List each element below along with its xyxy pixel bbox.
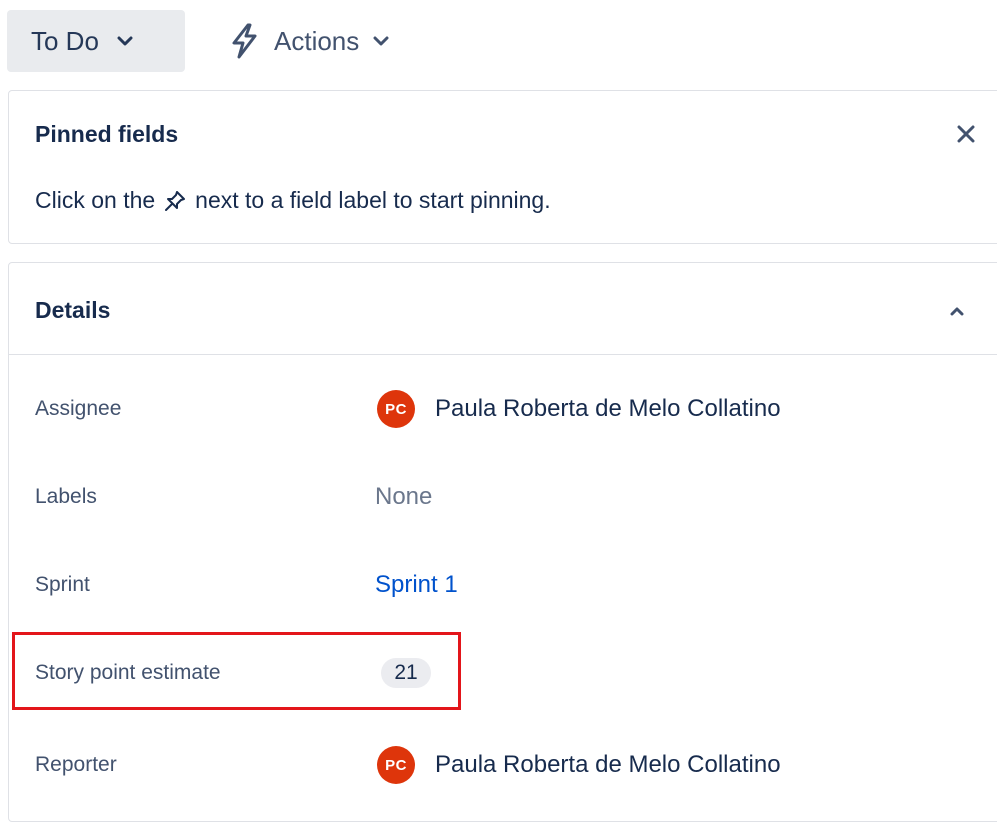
avatar: PC [377, 746, 415, 784]
assignee-name: Paula Roberta de Melo Collatino [435, 395, 781, 422]
chevron-up-icon[interactable] [945, 299, 969, 323]
status-dropdown-button[interactable]: To Do [7, 10, 185, 72]
story-point-badge: 21 [381, 658, 431, 688]
lightning-icon [228, 23, 260, 59]
pin-icon [163, 189, 187, 213]
issue-toolbar: To Do Actions [0, 0, 997, 80]
chevron-down-icon [373, 35, 389, 47]
chevron-down-icon [117, 35, 133, 47]
field-label-assignee: Assignee [35, 397, 122, 420]
labels-value[interactable]: None [375, 483, 432, 511]
sprint-link[interactable]: Sprint 1 [375, 571, 458, 599]
field-label-labels: Labels [35, 485, 97, 508]
details-title: Details [35, 297, 111, 323]
field-row-assignee: Assignee PC Paula Roberta de Melo Collat… [9, 379, 997, 439]
assignee-value[interactable]: PC Paula Roberta de Melo Collatino [375, 390, 781, 428]
field-label-story-point-estimate: Story point estimate [35, 661, 221, 684]
hint-text-after: next to a field label to start pinning. [195, 187, 551, 213]
reporter-name: Paula Roberta de Melo Collatino [435, 751, 781, 778]
close-icon[interactable] [953, 121, 979, 147]
field-row-labels: Labels None [9, 467, 997, 527]
pinned-fields-panel: Pinned fields Click on the next to a fie… [8, 90, 997, 244]
field-label-reporter: Reporter [35, 753, 117, 776]
field-row-story-point-estimate: Story point estimate 21 [9, 643, 997, 703]
details-panel: Details Assignee PC Paula Roberta de Mel… [8, 262, 997, 822]
avatar: PC [377, 390, 415, 428]
status-label: To Do [31, 25, 99, 56]
actions-label: Actions [274, 25, 360, 56]
story-point-value[interactable]: 21 [375, 658, 431, 688]
field-label-sprint: Sprint [35, 573, 90, 596]
actions-dropdown-button[interactable]: Actions [228, 10, 389, 72]
hint-text-before: Click on the [35, 187, 156, 213]
details-header[interactable]: Details [9, 263, 997, 355]
pinned-fields-hint: Click on the next to a field label to st… [35, 187, 551, 214]
field-row-sprint: Sprint Sprint 1 [9, 555, 997, 615]
pinned-fields-title: Pinned fields [35, 121, 179, 147]
sprint-value[interactable]: Sprint 1 [375, 571, 458, 599]
reporter-value[interactable]: PC Paula Roberta de Melo Collatino [375, 746, 781, 784]
field-row-reporter: Reporter PC Paula Roberta de Melo Collat… [9, 735, 997, 795]
